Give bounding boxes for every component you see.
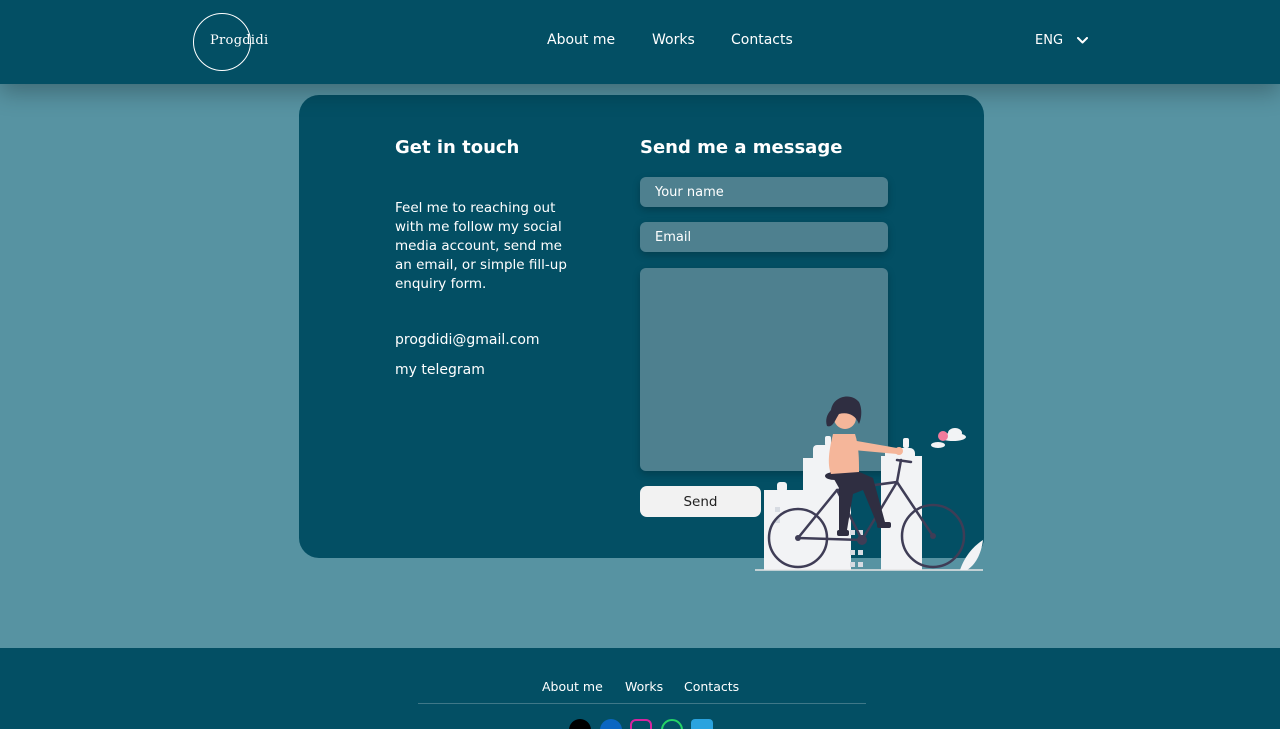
footer-divider	[418, 703, 866, 704]
linkedin-icon[interactable]	[600, 719, 622, 729]
email-link[interactable]: progdidi@gmail.com	[395, 332, 540, 348]
instagram-icon[interactable]	[630, 719, 652, 729]
whatsapp-icon[interactable]	[661, 719, 683, 729]
send-button[interactable]: Send	[640, 486, 761, 517]
nav-works[interactable]: Works	[652, 32, 695, 48]
nav-about-me[interactable]: About me	[547, 32, 615, 48]
telegram-link[interactable]: my telegram	[395, 362, 485, 378]
email-input[interactable]	[640, 222, 888, 252]
footer-nav-contacts[interactable]: Contacts	[684, 679, 739, 694]
chevron-down-icon	[1077, 37, 1089, 44]
name-input[interactable]	[640, 177, 888, 207]
language-label: ENG	[1035, 33, 1064, 48]
contact-description: Feel me to reaching out with me follow m…	[395, 200, 567, 292]
cyclist-illustration	[755, 396, 983, 571]
footer-nav-about-me[interactable]: About me	[542, 679, 603, 694]
get-in-touch-title: Get in touch	[395, 137, 520, 158]
site-footer: About me Works Contacts	[0, 648, 1280, 729]
send-message-title: Send me a message	[640, 137, 843, 158]
site-header: Progdidi About me Works Contacts ENG	[0, 0, 1280, 84]
telegram-icon[interactable]	[691, 719, 713, 729]
language-selector[interactable]: ENG	[1035, 33, 1089, 48]
email-icon[interactable]	[569, 719, 591, 729]
nav-contacts[interactable]: Contacts	[731, 32, 793, 48]
footer-nav-works[interactable]: Works	[625, 679, 663, 694]
cloud-decoration	[931, 428, 966, 448]
